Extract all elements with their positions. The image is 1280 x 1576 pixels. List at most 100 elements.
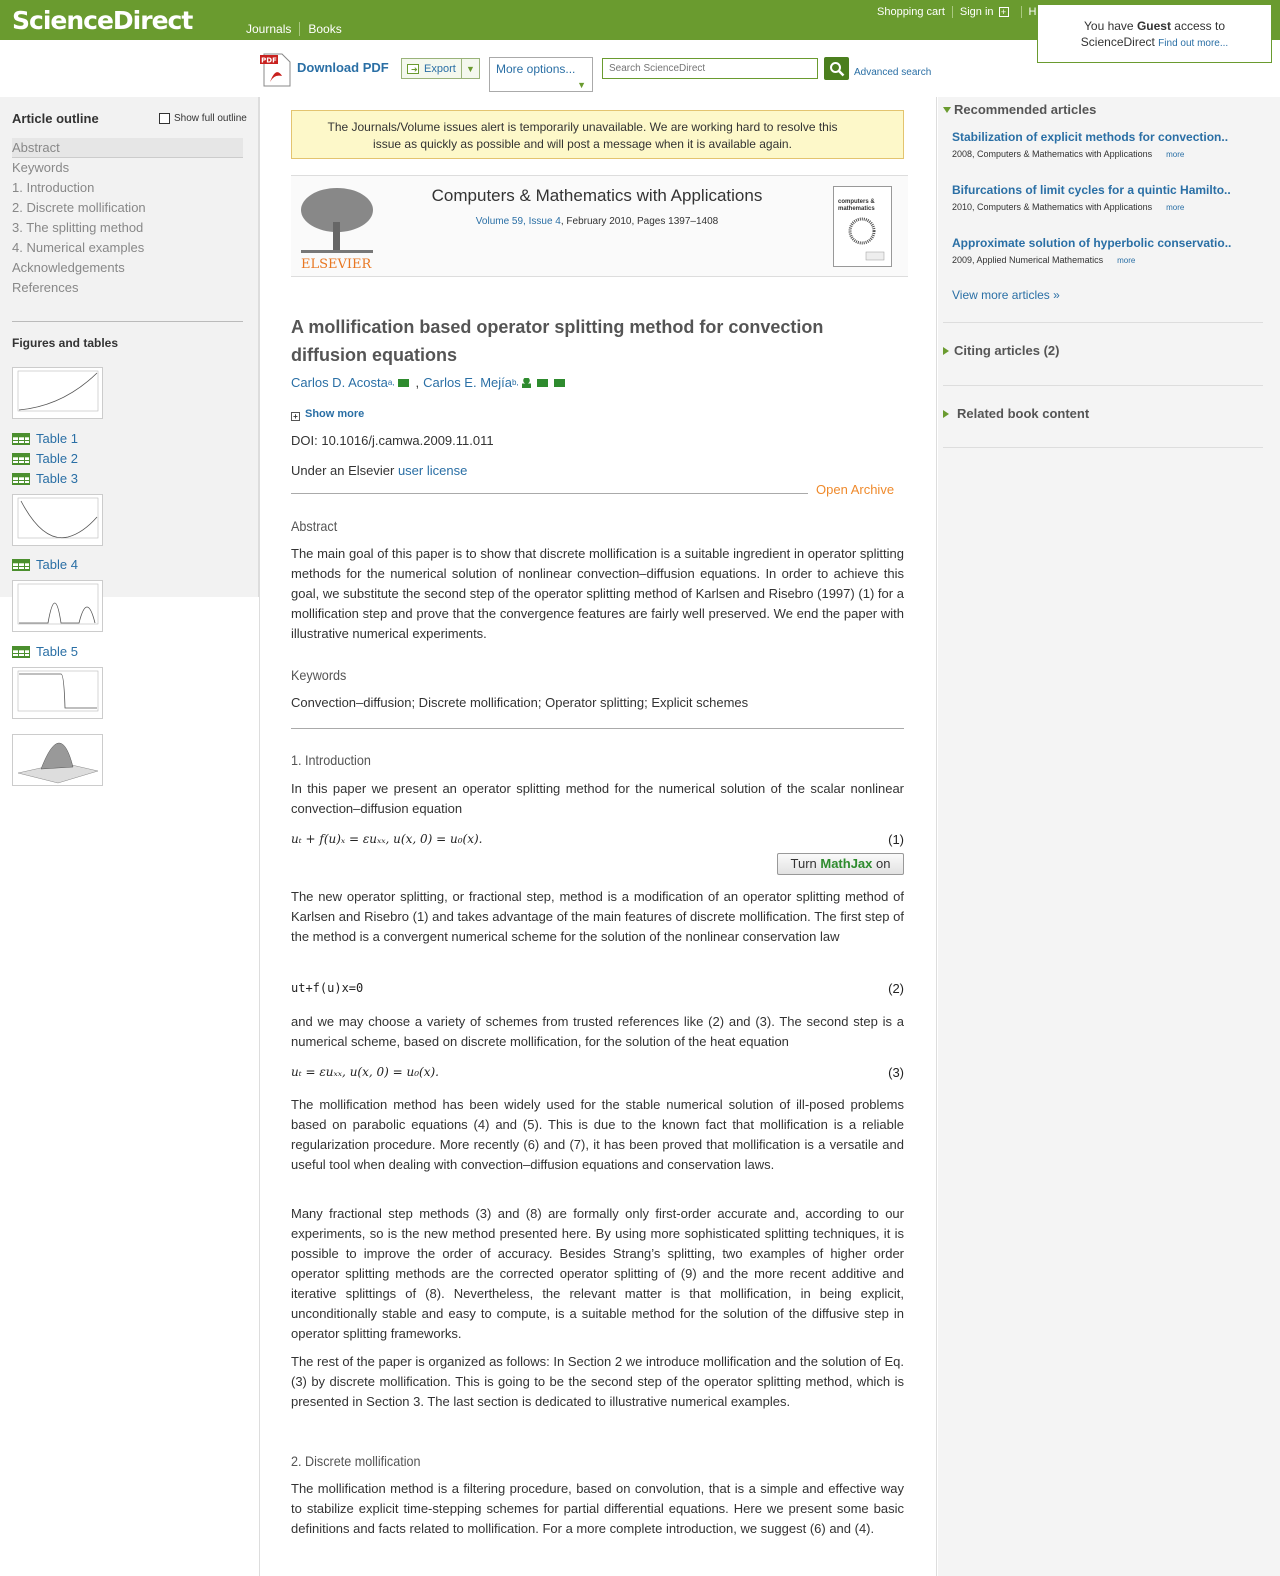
outline-item-introduction[interactable]: 1. Introduction (12, 178, 243, 198)
outline-item-discrete-mollification[interactable]: 2. Discrete mollification (12, 198, 243, 218)
more-link[interactable]: more (1117, 256, 1135, 265)
figure-thumbnail-4[interactable] (12, 667, 103, 719)
table-icon (12, 432, 30, 445)
view-more-articles-link[interactable]: View more articles » (952, 288, 1060, 302)
recommended-articles-header[interactable]: Recommended articles (943, 102, 1096, 117)
show-full-outline-toggle[interactable]: Show full outline (159, 113, 247, 124)
search-button[interactable] (824, 57, 849, 80)
email-icon[interactable] (536, 378, 548, 387)
guest-line1: You have Guest access to (1038, 18, 1271, 34)
recommended-title-link[interactable]: Approximate solution of hyperbolic conse… (952, 236, 1262, 250)
outline-item-references[interactable]: References (12, 278, 243, 298)
outline-item-acknowledgements[interactable]: Acknowledgements (12, 258, 243, 278)
elsevier-text: ELSEVIER (301, 257, 373, 272)
table-link-5[interactable]: Table 5 (12, 644, 78, 659)
corresponding-author-icon[interactable] (521, 377, 531, 388)
author-acosta[interactable]: Carlos D. Acosta (291, 375, 388, 390)
sign-in-link[interactable]: Sign in + (953, 6, 1022, 18)
recommended-title-link[interactable]: Stabilization of explicit methods for co… (952, 130, 1262, 144)
outline-item-numerical-examples[interactable]: 4. Numerical examples (12, 238, 243, 258)
advanced-search-link[interactable]: Advanced search (854, 67, 931, 78)
table-label: Table 5 (36, 644, 78, 659)
search-input[interactable] (602, 58, 818, 79)
volume-issue-link[interactable]: Volume 59, Issue 4 (476, 216, 561, 227)
related-book-content-header[interactable]: Related book content (943, 406, 1089, 421)
equation-3: uₜ = εuₓₓ, u(x, 0) = u₀(x). (3) (291, 1065, 904, 1080)
table-link-4[interactable]: Table 4 (12, 557, 78, 572)
find-out-more-link[interactable]: Find out more... (1158, 38, 1228, 49)
more-options-dropdown[interactable]: More options... ▼ (489, 57, 593, 92)
plus-icon: + (291, 412, 300, 421)
keywords-text: Convection–diffusion; Discrete mollifica… (291, 695, 749, 710)
download-pdf-link[interactable]: Download PDF (297, 60, 389, 75)
expand-icon (943, 346, 949, 355)
email-icon[interactable] (397, 378, 409, 387)
author-sup: b, (512, 378, 519, 387)
equation-number: (1) (888, 832, 904, 847)
table-link-2[interactable]: Table 2 (12, 451, 78, 466)
figure-thumbnail-2[interactable] (12, 494, 103, 546)
nav-books[interactable]: Books (300, 22, 349, 36)
figure-thumbnail-1[interactable] (12, 367, 103, 419)
equation-2-text: ut+f(u)x=0 (291, 981, 364, 995)
nav-journals[interactable]: Journals (238, 22, 301, 36)
divider (291, 493, 808, 494)
guest-text: You have (1084, 19, 1137, 33)
table-link-1[interactable]: Table 1 (12, 431, 78, 446)
divider (943, 447, 1263, 448)
recommended-meta: 2010, Computers & Mathematics with Appli… (952, 202, 1262, 212)
article-title: A mollification based operator splitting… (291, 317, 824, 365)
top-links: Shopping cart Sign in+ Help (870, 6, 1058, 18)
table-label: Table 2 (36, 451, 78, 466)
export-dropdown-icon[interactable]: ▼ (461, 59, 479, 78)
recommended-item-2: Bifurcations of limit cycles for a quint… (952, 183, 1262, 212)
open-archive-badge[interactable]: Open Archive (816, 482, 894, 497)
author-mejia[interactable]: Carlos E. Mejía (423, 375, 512, 390)
elsevier-logo[interactable]: ELSEVIER (297, 182, 393, 274)
sciencedirect-logo[interactable]: ScienceDirect (12, 6, 193, 35)
pdf-icon[interactable]: PDF (260, 52, 294, 88)
intro-paragraph-1: In this paper we present an operator spl… (291, 781, 904, 816)
more-link[interactable]: more (1166, 150, 1184, 159)
meta-text: 2008, Computers & Mathematics with Appli… (952, 149, 1153, 159)
figure-curve-icon (17, 370, 99, 412)
journal-cover-image[interactable]: computers & mathematics (833, 186, 892, 267)
more-link[interactable]: more (1166, 203, 1184, 212)
outline-item-abstract[interactable]: Abstract (12, 138, 243, 158)
expand-icon[interactable]: + (998, 7, 1009, 17)
user-license-link[interactable]: user license (398, 463, 467, 478)
outline-item-splitting-method[interactable]: 3. The splitting method (12, 218, 243, 238)
mathjax-label-pre: Turn (790, 856, 821, 871)
recommended-meta: 2009, Applied Numerical Mathematics more (952, 255, 1262, 265)
volume-pages: , February 2010, Pages 1397–1408 (560, 216, 719, 227)
author-sup: a, (387, 378, 395, 387)
email-icon[interactable] (553, 378, 565, 387)
abstract-text: The main goal of this paper is to show t… (291, 546, 904, 641)
recommended-title: Recommended articles (954, 102, 1097, 117)
figure-thumbnail-3[interactable] (12, 580, 103, 632)
cover-graphic-icon (848, 217, 885, 261)
doi[interactable]: DOI: 10.1016/j.camwa.2009.11.011 (291, 433, 494, 448)
outline-item-keywords[interactable]: Keywords (12, 158, 243, 178)
figure-step-icon (17, 670, 99, 712)
export-label: Export (424, 62, 456, 75)
export-button[interactable]: ➜ Export ▼ (401, 58, 480, 79)
outline-list: Abstract Keywords 1. Introduction 2. Dis… (12, 138, 243, 298)
right-sidebar: Recommended articles Stabilization of ex… (938, 97, 1280, 1576)
authors: Carlos D. Acosta a, , Carlos E. Mejía b, (291, 375, 568, 390)
citing-articles-header[interactable]: Citing articles (2) (943, 343, 1059, 358)
recommended-item-1: Stabilization of explicit methods for co… (952, 130, 1262, 159)
table-label: Table 1 (36, 431, 78, 446)
recommended-title-link[interactable]: Bifurcations of limit cycles for a quint… (952, 183, 1262, 197)
table-link-3[interactable]: Table 3 (12, 471, 78, 486)
shopping-cart-link[interactable]: Shopping cart (870, 6, 953, 18)
journal-title[interactable]: Computers & Mathematics with Application… (391, 186, 803, 206)
show-more-toggle[interactable]: + Show more (291, 406, 364, 421)
mathjax-toggle-button[interactable]: Turn MathJax on (777, 853, 904, 875)
figure-thumbnail-5[interactable] (12, 734, 103, 786)
keywords-heading: Keywords (291, 667, 347, 683)
table-label: Table 3 (36, 471, 78, 486)
intro-paragraph-5: Many fractional step methods (3) and (8)… (291, 1206, 904, 1341)
checkbox-icon[interactable] (159, 113, 170, 124)
meta-text: 2009, Applied Numerical Mathematics (952, 255, 1104, 265)
